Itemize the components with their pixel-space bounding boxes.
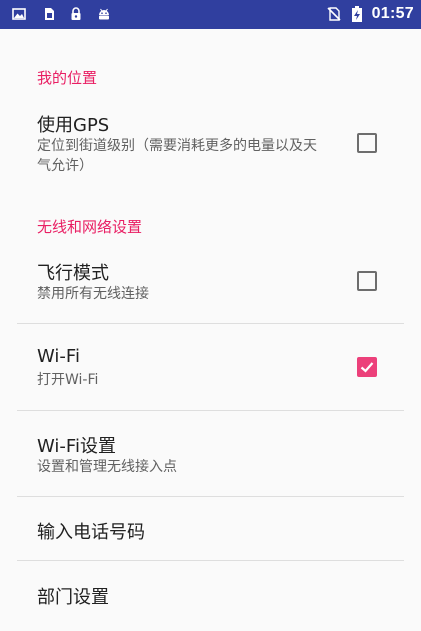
pref-use-gps-summary: 定位到街道级别（需要消耗更多的电量以及天气允许） bbox=[37, 138, 317, 174]
pref-wifi-settings-summary: 设置和管理无线接入点 bbox=[37, 459, 177, 475]
use-gps-checkbox[interactable] bbox=[357, 133, 377, 153]
wifi-checkbox[interactable] bbox=[357, 357, 377, 377]
status-bar: 01:57 bbox=[0, 0, 421, 29]
pref-airplane-mode-title: 飞行模式 bbox=[37, 263, 109, 284]
battery-charging-icon bbox=[352, 6, 362, 22]
image-icon bbox=[12, 8, 26, 20]
category-my-location: 我的位置 bbox=[37, 69, 98, 87]
pref-airplane-mode-summary: 禁用所有无线连接 bbox=[37, 286, 149, 302]
sim-card-icon bbox=[45, 8, 54, 20]
lock-icon bbox=[71, 7, 81, 20]
checkmark-icon bbox=[360, 362, 374, 373]
airplane-mode-checkbox[interactable] bbox=[357, 271, 377, 291]
category-wireless-network: 无线和网络设置 bbox=[37, 218, 143, 236]
pref-wifi-settings-title: Wi-Fi设置 bbox=[37, 436, 116, 457]
pref-phone-number-title: 输入电话号码 bbox=[37, 522, 145, 543]
no-sim-icon bbox=[327, 7, 341, 21]
pref-department-settings-title: 部门设置 bbox=[37, 587, 109, 608]
preference-list: 我的位置 使用GPS 定位到街道级别（需要消耗更多的电量以及天气允许） 无线和网… bbox=[0, 29, 421, 631]
android-icon bbox=[99, 8, 109, 20]
pref-wifi-summary: 打开Wi-Fi bbox=[37, 372, 99, 388]
pref-use-gps-title: 使用GPS bbox=[37, 115, 110, 136]
status-time: 01:57 bbox=[371, 5, 414, 22]
pref-wifi-title: Wi-Fi bbox=[37, 346, 80, 367]
